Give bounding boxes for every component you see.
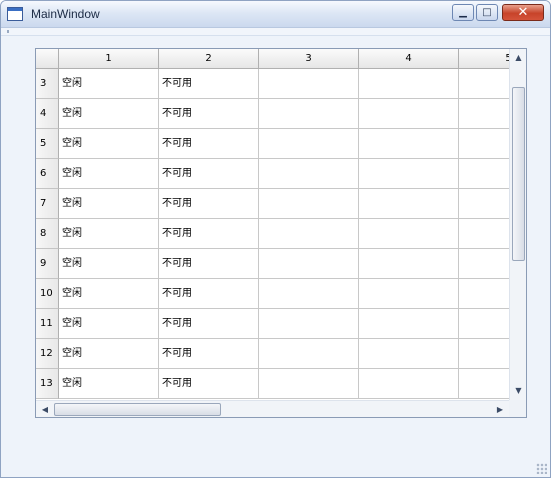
table-cell[interactable]: 不可用	[159, 369, 259, 399]
table-cell[interactable]	[359, 369, 459, 399]
table-cell[interactable]: 不可用	[159, 69, 259, 99]
row-header-cell[interactable]: 12	[36, 339, 59, 369]
row-header-cell[interactable]: 10	[36, 279, 59, 309]
table-cell[interactable]	[459, 159, 509, 189]
table-cell[interactable]	[459, 339, 509, 369]
table-cell[interactable]	[359, 189, 459, 219]
table-cell[interactable]	[359, 219, 459, 249]
vertical-scroll-thumb[interactable]	[512, 87, 525, 261]
row-header-cell[interactable]: 13	[36, 369, 59, 399]
table-cell[interactable]: 空闲	[59, 249, 159, 279]
row-header: 3 4 5 6 7 8 9 10 11 12 13	[36, 69, 59, 400]
column-header-cell[interactable]: 1	[59, 49, 159, 69]
table-cell[interactable]: 空闲	[59, 369, 159, 399]
table-cell[interactable]: 空闲	[59, 99, 159, 129]
maximize-icon: □	[482, 7, 492, 18]
table-cell[interactable]	[259, 279, 359, 309]
table-cell[interactable]	[259, 309, 359, 339]
table-corner-button[interactable]	[36, 49, 59, 69]
table-grid: 空闲 不可用 空闲 不可用 空闲 不可用 空闲 不可用 空闲 不可用 空闲 不可用 空闲 不可用 空闲 不可用…	[59, 69, 509, 400]
horizontal-scroll-thumb[interactable]	[54, 403, 221, 416]
row-header-cell[interactable]: 8	[36, 219, 59, 249]
table-cell[interactable]	[359, 159, 459, 189]
table-cell[interactable]: 不可用	[159, 189, 259, 219]
table-cell[interactable]	[459, 129, 509, 159]
table-cell[interactable]: 空闲	[59, 309, 159, 339]
table-cell[interactable]	[259, 189, 359, 219]
table-cell[interactable]: 空闲	[59, 219, 159, 249]
table-cell[interactable]: 空闲	[59, 189, 159, 219]
table-cell[interactable]: 不可用	[159, 129, 259, 159]
table-cell[interactable]	[359, 99, 459, 129]
table-cell[interactable]	[459, 99, 509, 129]
table-cell[interactable]	[259, 69, 359, 99]
minimize-icon: ▁	[459, 7, 467, 18]
table-cell[interactable]	[459, 309, 509, 339]
main-window: MainWindow ▁ □ ✕ 12345 345678910111213 空…	[0, 0, 551, 478]
table-cell[interactable]	[259, 99, 359, 129]
column-header-cell[interactable]: 3	[259, 49, 359, 69]
table-cell[interactable]: 不可用	[159, 249, 259, 279]
table-cell[interactable]	[259, 369, 359, 399]
menu-grip	[7, 30, 9, 33]
table-cell[interactable]: 空闲	[59, 129, 159, 159]
row-header-cell[interactable]: 11	[36, 309, 59, 339]
table-cell[interactable]	[459, 189, 509, 219]
table-cell[interactable]	[259, 219, 359, 249]
maximize-button[interactable]: □	[476, 4, 498, 21]
row-header-cell[interactable]: 4	[36, 99, 59, 129]
horizontal-scrollbar[interactable]: ◀ ▶	[36, 400, 509, 417]
table-cell[interactable]: 不可用	[159, 279, 259, 309]
title-bar[interactable]: MainWindow ▁ □ ✕	[1, 1, 550, 28]
table-cell[interactable]	[459, 369, 509, 399]
row-header-cell[interactable]: 3	[36, 69, 59, 99]
table-cell[interactable]	[259, 159, 359, 189]
close-button[interactable]: ✕	[502, 4, 544, 21]
column-header-cell[interactable]: 2	[159, 49, 259, 69]
scroll-up-arrow-icon[interactable]: ▲	[510, 50, 526, 66]
column-header: 12345	[59, 49, 509, 69]
row-header-cell[interactable]: 9	[36, 249, 59, 279]
table-cell[interactable]: 不可用	[159, 219, 259, 249]
table-cell[interactable]	[359, 309, 459, 339]
table-cell[interactable]: 不可用	[159, 339, 259, 369]
table-cell[interactable]: 不可用	[159, 99, 259, 129]
menu-bar	[1, 28, 550, 36]
scrollbar-corner	[509, 400, 526, 417]
table-cell[interactable]	[459, 279, 509, 309]
table-cell[interactable]	[459, 69, 509, 99]
window-title: MainWindow	[31, 7, 100, 21]
table-cell[interactable]	[459, 249, 509, 279]
size-grip-icon[interactable]	[536, 463, 547, 474]
table-cell[interactable]: 空闲	[59, 339, 159, 369]
scroll-left-arrow-icon[interactable]: ◀	[37, 401, 53, 417]
table-cell[interactable]	[259, 339, 359, 369]
column-header-cell[interactable]: 4	[359, 49, 459, 69]
table-cell[interactable]	[259, 129, 359, 159]
table-cell[interactable]	[359, 339, 459, 369]
close-icon: ✕	[517, 5, 529, 20]
table-cell[interactable]	[359, 129, 459, 159]
column-header-cell[interactable]: 5	[459, 49, 509, 69]
row-header-cell[interactable]: 7	[36, 189, 59, 219]
table-cell[interactable]	[459, 219, 509, 249]
table-cell[interactable]: 空闲	[59, 69, 159, 99]
table-cell[interactable]	[359, 69, 459, 99]
table-cell[interactable]: 不可用	[159, 159, 259, 189]
table-widget[interactable]: 12345 345678910111213 空闲不可用空闲不可用空闲不可用空闲不…	[35, 48, 527, 418]
table-cell[interactable]	[359, 279, 459, 309]
table-cell[interactable]	[359, 249, 459, 279]
row-header-cell[interactable]: 6	[36, 159, 59, 189]
scroll-down-arrow-icon[interactable]: ▼	[510, 383, 526, 399]
app-window-icon	[7, 7, 23, 21]
vertical-scrollbar[interactable]: ▲ ▼	[509, 49, 526, 400]
table-cell[interactable]: 不可用	[159, 309, 259, 339]
table-cell[interactable]	[259, 249, 359, 279]
table-cell[interactable]: 空闲	[59, 279, 159, 309]
table-cell[interactable]: 空闲	[59, 159, 159, 189]
scroll-right-arrow-icon[interactable]: ▶	[492, 401, 508, 417]
row-header-cell[interactable]: 5	[36, 129, 59, 159]
minimize-button[interactable]: ▁	[452, 4, 474, 21]
